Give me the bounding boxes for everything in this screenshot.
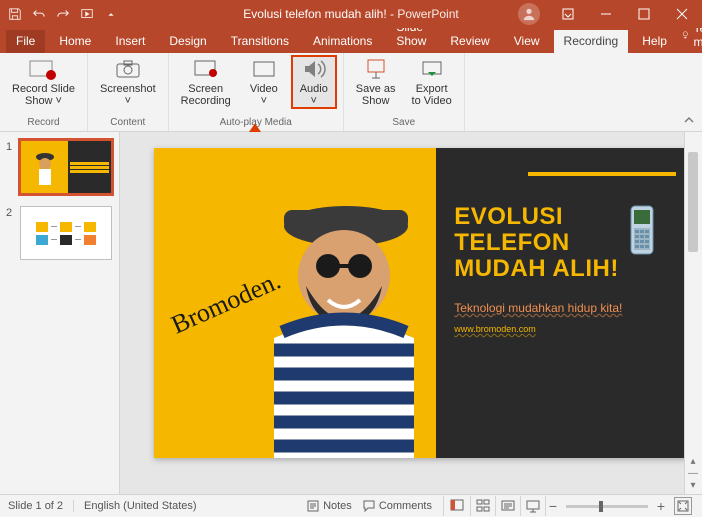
export-video-icon	[418, 57, 446, 81]
audio-button[interactable]: Audio ˅	[291, 55, 337, 109]
zoom-out-icon[interactable]: −	[547, 500, 559, 512]
record-icon	[29, 57, 57, 81]
zoom-in-icon[interactable]: +	[655, 500, 667, 512]
undo-icon[interactable]	[28, 3, 50, 25]
thumbnails-pane: 1 2	[0, 132, 120, 494]
thumbnail-1[interactable]	[20, 140, 112, 194]
vertical-scrollbar[interactable]: ▴ — ▾	[684, 132, 702, 494]
save-as-show-button[interactable]: Save as Show	[350, 55, 402, 109]
screen-recording-button[interactable]: Screen Recording	[175, 55, 237, 109]
screenshot-button[interactable]: Screenshot ˅	[94, 55, 162, 109]
fit-to-window-icon[interactable]	[674, 497, 692, 515]
comments-button[interactable]: Comments	[363, 500, 432, 512]
slide-nav-sep: —	[686, 467, 700, 479]
thumb-row-2: 2	[6, 206, 113, 260]
tab-file[interactable]: File	[6, 30, 45, 53]
video-icon	[250, 57, 278, 81]
collapse-ribbon-icon[interactable]	[682, 113, 696, 127]
window-controls	[512, 0, 702, 28]
group-record-label: Record	[27, 117, 59, 130]
slide-left: Bromoden.	[154, 148, 436, 458]
export-to-video-button[interactable]: Export to Video	[406, 55, 458, 109]
notes-button[interactable]: Notes	[307, 500, 352, 512]
record-slide-show-button[interactable]: Record Slide Show ˅	[6, 55, 81, 109]
tab-view[interactable]: View	[504, 30, 550, 53]
next-slide-icon[interactable]: ▾	[686, 479, 700, 491]
avatar	[518, 3, 540, 25]
slide-subtitle: Teknologi mudahkan hidup kita!	[454, 300, 676, 316]
group-autoplay: Screen Recording Video ˅ Audio ˅ Auto-pl…	[169, 53, 344, 131]
close-icon[interactable]	[664, 0, 700, 28]
title-bar: Evolusi telefon mudah alih! - PowerPoint	[0, 0, 702, 28]
group-save: Save as Show Export to Video Save	[344, 53, 465, 131]
group-record: Record Slide Show ˅ Record	[0, 53, 88, 131]
ribbon: Record Slide Show ˅ Record Screenshot ˅ …	[0, 53, 702, 132]
slide[interactable]: Bromoden.	[154, 148, 694, 458]
ribbon-tabs: File Home Insert Design Transitions Anim…	[0, 28, 702, 53]
tab-help[interactable]: Help	[632, 30, 677, 53]
sorter-view-icon[interactable]	[470, 496, 494, 516]
redo-icon[interactable]	[52, 3, 74, 25]
tab-animations[interactable]: Animations	[303, 30, 382, 53]
bulb-icon	[681, 28, 690, 42]
zoom-slider[interactable]	[566, 505, 648, 508]
notes-icon	[307, 500, 319, 512]
tab-design[interactable]: Design	[159, 30, 216, 53]
work-area: 1 2 Bromoden.	[0, 132, 702, 494]
status-bar: Slide 1 of 2 English (United States) Not…	[0, 494, 702, 517]
person-image	[224, 178, 436, 458]
normal-view-icon[interactable]	[445, 496, 469, 516]
slide-canvas: Bromoden.	[120, 132, 702, 494]
camera-icon	[114, 57, 142, 81]
tab-recording[interactable]: Recording	[554, 30, 629, 53]
group-content-label: Content	[110, 117, 145, 130]
thumbnail-2[interactable]	[20, 206, 112, 260]
zoom-thumb[interactable]	[599, 501, 603, 512]
title-sep: -	[387, 7, 398, 21]
thumb-num-1: 1	[6, 140, 16, 194]
tab-home[interactable]: Home	[49, 30, 101, 53]
ribbon-options-icon[interactable]	[550, 0, 586, 28]
reading-view-icon[interactable]	[495, 496, 519, 516]
slide-right: EVOLUSI TELEFON MUDAH ALIH! Teknologi mu…	[436, 148, 694, 458]
tab-insert[interactable]: Insert	[105, 30, 155, 53]
tab-transitions[interactable]: Transitions	[221, 30, 299, 53]
phone-icon	[629, 204, 655, 262]
start-from-beginning-icon[interactable]	[76, 3, 98, 25]
doc-title: Evolusi telefon mudah alih!	[243, 7, 386, 21]
quick-access-toolbar	[0, 3, 122, 25]
minimize-icon[interactable]	[588, 0, 624, 28]
accent-bar	[528, 172, 676, 176]
slide-url: www.bromoden.com	[454, 324, 676, 334]
slide-position[interactable]: Slide 1 of 2	[8, 500, 63, 512]
group-content: Screenshot ˅ Content	[88, 53, 169, 131]
thumb-row-1: 1	[6, 140, 113, 194]
tab-review[interactable]: Review	[440, 30, 499, 53]
save-as-show-icon	[362, 57, 390, 81]
save-icon[interactable]	[4, 3, 26, 25]
maximize-icon[interactable]	[626, 0, 662, 28]
screen-recording-icon	[192, 57, 220, 81]
group-autoplay-label: Auto-play Media	[220, 117, 292, 130]
scrollbar-thumb[interactable]	[688, 152, 698, 252]
slideshow-view-icon[interactable]	[520, 496, 544, 516]
comments-icon	[363, 500, 375, 512]
thumb-num-2: 2	[6, 206, 16, 260]
prev-slide-icon[interactable]: ▴	[686, 455, 700, 467]
user-area[interactable]	[512, 3, 540, 25]
language[interactable]: English (United States)	[84, 500, 197, 512]
slide-title: EVOLUSI TELEFON MUDAH ALIH!	[454, 204, 619, 282]
audio-icon	[300, 57, 328, 81]
window-title: Evolusi telefon mudah alih! - PowerPoint	[243, 7, 458, 21]
video-button[interactable]: Video ˅	[241, 55, 287, 109]
qat-customize-icon[interactable]	[100, 3, 122, 25]
app-name: PowerPoint	[397, 7, 458, 21]
group-save-label: Save	[392, 117, 415, 130]
